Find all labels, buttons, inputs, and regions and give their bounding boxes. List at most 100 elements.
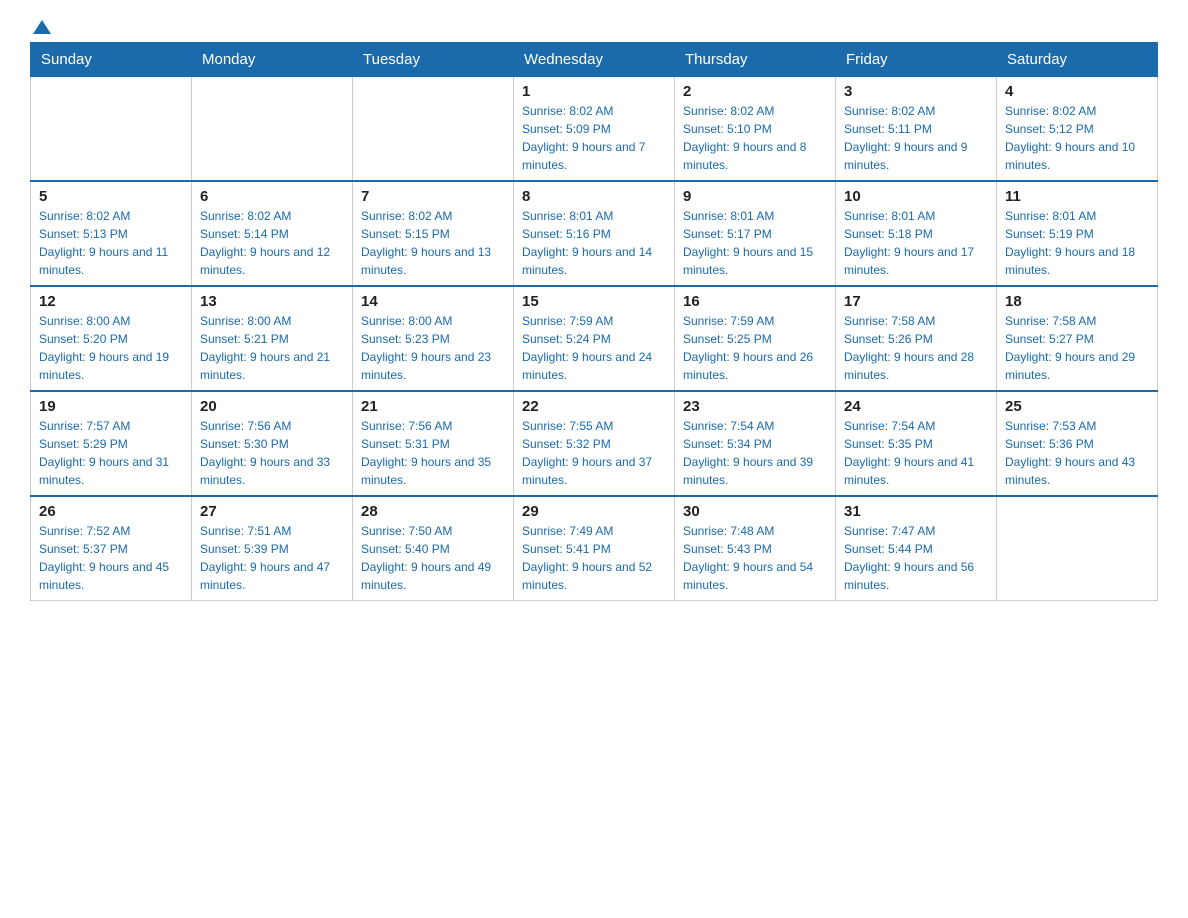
day-number: 17 bbox=[844, 293, 988, 310]
day-number: 18 bbox=[1005, 293, 1149, 310]
sun-info: Sunrise: 7:52 AMSunset: 5:37 PMDaylight:… bbox=[39, 522, 183, 594]
calendar-week-2: 5 Sunrise: 8:02 AMSunset: 5:13 PMDaylight… bbox=[31, 181, 1158, 286]
sun-info: Sunrise: 8:02 AMSunset: 5:09 PMDaylight:… bbox=[522, 102, 666, 174]
calendar-week-5: 26 Sunrise: 7:52 AMSunset: 5:37 PMDayligh… bbox=[31, 496, 1158, 601]
day-number: 26 bbox=[39, 503, 183, 520]
calendar-cell: 31Sunrise: 7:47 AMSunset: 5:44 PMDayligh… bbox=[836, 496, 997, 601]
calendar-cell: 7Sunrise: 8:02 AMSunset: 5:15 PMDaylight… bbox=[353, 181, 514, 286]
sun-info: Sunrise: 8:01 AMSunset: 5:16 PMDaylight:… bbox=[522, 207, 666, 279]
calendar-cell: 12 Sunrise: 8:00 AMSunset: 5:20 PMDayligh… bbox=[31, 286, 192, 391]
calendar-cell: 30Sunrise: 7:48 AMSunset: 5:43 PMDayligh… bbox=[675, 496, 836, 601]
day-number: 20 bbox=[200, 398, 344, 415]
calendar-cell: 1 Sunrise: 8:02 AMSunset: 5:09 PMDaylight… bbox=[514, 77, 675, 182]
calendar-cell: 21Sunrise: 7:56 AMSunset: 5:31 PMDayligh… bbox=[353, 391, 514, 496]
sun-info: Sunrise: 8:00 AMSunset: 5:20 PMDaylight:… bbox=[39, 312, 183, 384]
sun-info: Sunrise: 7:54 AMSunset: 5:34 PMDaylight:… bbox=[683, 417, 827, 489]
day-of-week-thursday: Thursday bbox=[675, 43, 836, 77]
day-number: 24 bbox=[844, 398, 988, 415]
calendar-body: 1 Sunrise: 8:02 AMSunset: 5:09 PMDaylight… bbox=[31, 77, 1158, 601]
logo bbox=[30, 20, 51, 32]
day-number: 12 bbox=[39, 293, 183, 310]
calendar-header: SundayMondayTuesdayWednesdayThursdayFrid… bbox=[31, 43, 1158, 77]
sun-info: Sunrise: 7:53 AMSunset: 5:36 PMDaylight:… bbox=[1005, 417, 1149, 489]
calendar-cell: 28Sunrise: 7:50 AMSunset: 5:40 PMDayligh… bbox=[353, 496, 514, 601]
sun-info: Sunrise: 7:57 AMSunset: 5:29 PMDaylight:… bbox=[39, 417, 183, 489]
day-number: 16 bbox=[683, 293, 827, 310]
day-number: 4 bbox=[1005, 83, 1149, 100]
sun-info: Sunrise: 7:58 AMSunset: 5:26 PMDaylight:… bbox=[844, 312, 988, 384]
sun-info: Sunrise: 8:01 AMSunset: 5:17 PMDaylight:… bbox=[683, 207, 827, 279]
calendar-cell: 5 Sunrise: 8:02 AMSunset: 5:13 PMDaylight… bbox=[31, 181, 192, 286]
calendar-week-4: 19 Sunrise: 7:57 AMSunset: 5:29 PMDayligh… bbox=[31, 391, 1158, 496]
calendar-cell: 3 Sunrise: 8:02 AMSunset: 5:11 PMDaylight… bbox=[836, 77, 997, 182]
day-number: 3 bbox=[844, 83, 988, 100]
logo-line1 bbox=[30, 20, 51, 36]
day-of-week-wednesday: Wednesday bbox=[514, 43, 675, 77]
calendar-cell: 22Sunrise: 7:55 AMSunset: 5:32 PMDayligh… bbox=[514, 391, 675, 496]
calendar-cell: 18 Sunrise: 7:58 AMSunset: 5:27 PMDayligh… bbox=[997, 286, 1158, 391]
sun-info: Sunrise: 8:02 AMSunset: 5:10 PMDaylight:… bbox=[683, 102, 827, 174]
days-of-week-row: SundayMondayTuesdayWednesdayThursdayFrid… bbox=[31, 43, 1158, 77]
sun-info: Sunrise: 8:01 AMSunset: 5:18 PMDaylight:… bbox=[844, 207, 988, 279]
day-number: 8 bbox=[522, 188, 666, 205]
calendar-cell: 11Sunrise: 8:01 AMSunset: 5:19 PMDayligh… bbox=[997, 181, 1158, 286]
calendar-cell: 9 Sunrise: 8:01 AMSunset: 5:17 PMDaylight… bbox=[675, 181, 836, 286]
calendar-table: SundayMondayTuesdayWednesdayThursdayFrid… bbox=[30, 42, 1158, 601]
day-number: 5 bbox=[39, 188, 183, 205]
calendar-cell bbox=[192, 77, 353, 182]
day-number: 19 bbox=[39, 398, 183, 415]
day-number: 14 bbox=[361, 293, 505, 310]
sun-info: Sunrise: 7:55 AMSunset: 5:32 PMDaylight:… bbox=[522, 417, 666, 489]
calendar-cell: 27 Sunrise: 7:51 AMSunset: 5:39 PMDayligh… bbox=[192, 496, 353, 601]
day-of-week-saturday: Saturday bbox=[997, 43, 1158, 77]
sun-info: Sunrise: 8:00 AMSunset: 5:21 PMDaylight:… bbox=[200, 312, 344, 384]
logo-triangle-icon bbox=[33, 20, 51, 34]
calendar-cell: 24Sunrise: 7:54 AMSunset: 5:35 PMDayligh… bbox=[836, 391, 997, 496]
calendar-week-3: 12 Sunrise: 8:00 AMSunset: 5:20 PMDayligh… bbox=[31, 286, 1158, 391]
calendar-cell: 13 Sunrise: 8:00 AMSunset: 5:21 PMDayligh… bbox=[192, 286, 353, 391]
sun-info: Sunrise: 7:51 AMSunset: 5:39 PMDaylight:… bbox=[200, 522, 344, 594]
calendar-cell: 25Sunrise: 7:53 AMSunset: 5:36 PMDayligh… bbox=[997, 391, 1158, 496]
sun-info: Sunrise: 8:02 AMSunset: 5:14 PMDaylight:… bbox=[200, 207, 344, 279]
day-of-week-tuesday: Tuesday bbox=[353, 43, 514, 77]
day-number: 1 bbox=[522, 83, 666, 100]
calendar-cell: 6 Sunrise: 8:02 AMSunset: 5:14 PMDaylight… bbox=[192, 181, 353, 286]
calendar-cell: 4 Sunrise: 8:02 AMSunset: 5:12 PMDaylight… bbox=[997, 77, 1158, 182]
calendar-cell: 8 Sunrise: 8:01 AMSunset: 5:16 PMDaylight… bbox=[514, 181, 675, 286]
sun-info: Sunrise: 7:58 AMSunset: 5:27 PMDaylight:… bbox=[1005, 312, 1149, 384]
day-number: 21 bbox=[361, 398, 505, 415]
calendar-cell bbox=[353, 77, 514, 182]
calendar-cell: 14 Sunrise: 8:00 AMSunset: 5:23 PMDayligh… bbox=[353, 286, 514, 391]
day-of-week-sunday: Sunday bbox=[31, 43, 192, 77]
sun-info: Sunrise: 8:00 AMSunset: 5:23 PMDaylight:… bbox=[361, 312, 505, 384]
calendar-cell bbox=[31, 77, 192, 182]
calendar-cell: 2 Sunrise: 8:02 AMSunset: 5:10 PMDaylight… bbox=[675, 77, 836, 182]
day-number: 2 bbox=[683, 83, 827, 100]
calendar-cell: 15Sunrise: 7:59 AMSunset: 5:24 PMDayligh… bbox=[514, 286, 675, 391]
day-number: 10 bbox=[844, 188, 988, 205]
sun-info: Sunrise: 7:56 AMSunset: 5:30 PMDaylight:… bbox=[200, 417, 344, 489]
calendar-cell: 20 Sunrise: 7:56 AMSunset: 5:30 PMDayligh… bbox=[192, 391, 353, 496]
sun-info: Sunrise: 7:47 AMSunset: 5:44 PMDaylight:… bbox=[844, 522, 988, 594]
day-number: 27 bbox=[200, 503, 344, 520]
day-number: 29 bbox=[522, 503, 666, 520]
sun-info: Sunrise: 7:48 AMSunset: 5:43 PMDaylight:… bbox=[683, 522, 827, 594]
day-number: 28 bbox=[361, 503, 505, 520]
calendar-cell bbox=[997, 496, 1158, 601]
day-number: 13 bbox=[200, 293, 344, 310]
sun-info: Sunrise: 8:02 AMSunset: 5:13 PMDaylight:… bbox=[39, 207, 183, 279]
calendar-cell: 17 Sunrise: 7:58 AMSunset: 5:26 PMDayligh… bbox=[836, 286, 997, 391]
calendar-week-1: 1 Sunrise: 8:02 AMSunset: 5:09 PMDaylight… bbox=[31, 77, 1158, 182]
sun-info: Sunrise: 7:49 AMSunset: 5:41 PMDaylight:… bbox=[522, 522, 666, 594]
day-number: 9 bbox=[683, 188, 827, 205]
sun-info: Sunrise: 8:02 AMSunset: 5:15 PMDaylight:… bbox=[361, 207, 505, 279]
calendar-cell: 26 Sunrise: 7:52 AMSunset: 5:37 PMDayligh… bbox=[31, 496, 192, 601]
sun-info: Sunrise: 8:02 AMSunset: 5:11 PMDaylight:… bbox=[844, 102, 988, 174]
day-of-week-friday: Friday bbox=[836, 43, 997, 77]
day-of-week-monday: Monday bbox=[192, 43, 353, 77]
day-number: 6 bbox=[200, 188, 344, 205]
sun-info: Sunrise: 7:59 AMSunset: 5:24 PMDaylight:… bbox=[522, 312, 666, 384]
sun-info: Sunrise: 8:02 AMSunset: 5:12 PMDaylight:… bbox=[1005, 102, 1149, 174]
calendar-cell: 29 Sunrise: 7:49 AMSunset: 5:41 PMDayligh… bbox=[514, 496, 675, 601]
calendar-cell: 10 Sunrise: 8:01 AMSunset: 5:18 PMDayligh… bbox=[836, 181, 997, 286]
